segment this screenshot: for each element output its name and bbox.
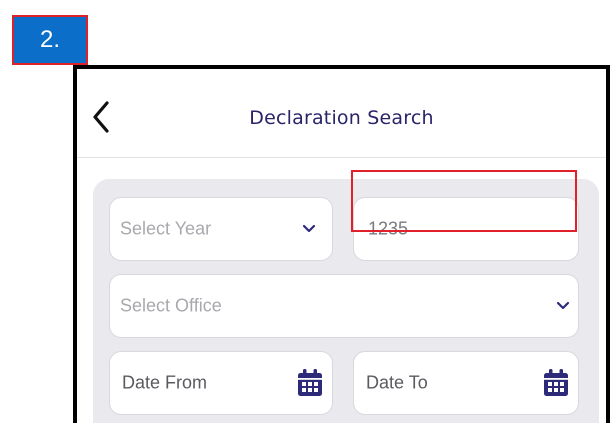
select-office-placeholder: Select Office: [120, 295, 222, 316]
calendar-icon[interactable]: [296, 368, 324, 398]
page-title: Declaration Search: [249, 107, 434, 129]
chevron-down-icon: [556, 301, 570, 310]
phone-screen: Declaration Search Select Year 1235 Sele…: [73, 65, 610, 423]
date-from-field[interactable]: Date From: [109, 351, 333, 415]
date-from-label: Date From: [122, 372, 208, 393]
calendar-icon[interactable]: [542, 368, 570, 398]
declaration-number-input[interactable]: 1235: [353, 197, 579, 261]
declaration-number-value: 1235: [368, 218, 409, 239]
select-office-dropdown[interactable]: Select Office: [109, 274, 579, 338]
select-year-dropdown[interactable]: Select Year: [109, 197, 333, 261]
select-year-placeholder: Select Year: [120, 218, 212, 239]
chevron-down-icon: [302, 224, 316, 233]
date-to-label: Date To: [366, 372, 428, 393]
step-badge: 2.: [12, 15, 88, 65]
date-to-field[interactable]: Date To: [353, 351, 579, 415]
app-header: Declaration Search: [77, 69, 606, 158]
step-badge-label: 2.: [39, 26, 60, 53]
